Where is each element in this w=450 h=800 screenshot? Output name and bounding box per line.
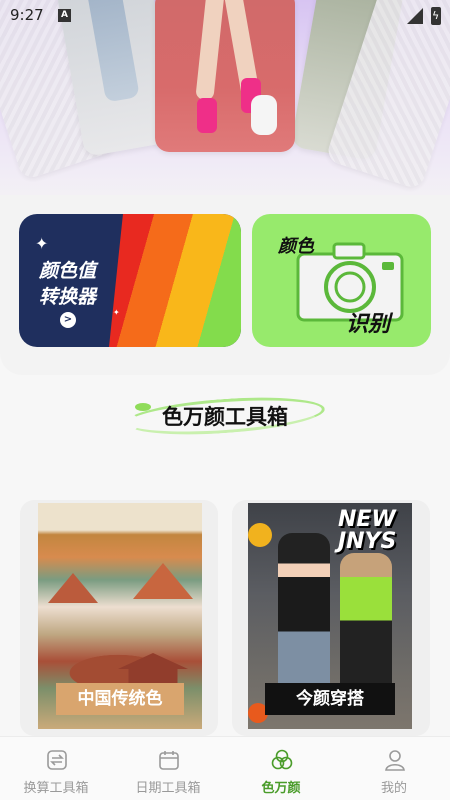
arrow-go-icon: > — [60, 312, 76, 328]
sparkle-icon: ✦ — [35, 234, 49, 253]
person-figure — [340, 553, 392, 703]
notification-a-icon: A — [58, 9, 71, 22]
converter-title-line1: 颜色值 — [39, 260, 97, 282]
sparkle-small-icon: ✦ — [113, 308, 120, 317]
signal-icon — [407, 8, 423, 24]
section-title: 色万颜工具箱 — [162, 405, 288, 429]
status-time: 9:27 — [10, 6, 44, 24]
battery-charging-icon — [431, 7, 441, 25]
nav-item-date-toolbox[interactable]: 日期工具箱 — [112, 737, 224, 800]
nav-item-profile[interactable]: 我的 — [338, 737, 450, 800]
converter-title-line2: 转换器 — [39, 286, 97, 308]
graffiti-text: NEW JNYS — [338, 509, 396, 553]
color-circles-icon — [271, 749, 293, 770]
mountain-peak — [133, 563, 193, 599]
recognition-word1: 颜色 — [278, 236, 314, 257]
bottom-navigation: 换算工具箱 日期工具箱 色万颜 我的 — [0, 736, 450, 800]
tile-label-outfits[interactable]: 今颜穿搭 — [265, 683, 395, 715]
graffiti-line1: NEW — [338, 507, 396, 532]
mountain-peak — [48, 573, 98, 603]
paint-splash — [248, 523, 272, 547]
nav-label: 我的 — [380, 781, 407, 796]
status-bar: 9:27 A — [0, 0, 450, 32]
tile-label-traditional[interactable]: 中国传统色 — [56, 683, 184, 715]
recognition-word2: 识别 — [346, 312, 391, 337]
nav-label: 日期工具箱 — [135, 781, 201, 796]
rainbow-stripes — [109, 214, 241, 347]
person-figure — [278, 533, 330, 703]
section-header: 色万颜工具箱 — [124, 392, 326, 440]
exchange-icon — [47, 750, 67, 770]
nav-item-color-home[interactable]: 色万颜 — [225, 737, 337, 800]
nav-item-conversion-toolbox[interactable]: 换算工具箱 — [0, 737, 112, 800]
nav-label: 色万颜 — [261, 781, 301, 796]
user-icon — [385, 750, 405, 771]
color-value-converter-button[interactable]: ✦ ✦ 颜色值 转换器 > — [19, 214, 241, 347]
converter-title: 颜色值 转换器 — [39, 258, 96, 310]
nav-label: 换算工具箱 — [23, 781, 89, 796]
calendar-icon — [159, 751, 179, 770]
color-recognition-button[interactable]: 颜色 识别 — [252, 214, 431, 347]
graffiti-line2: JNYS — [338, 529, 397, 554]
